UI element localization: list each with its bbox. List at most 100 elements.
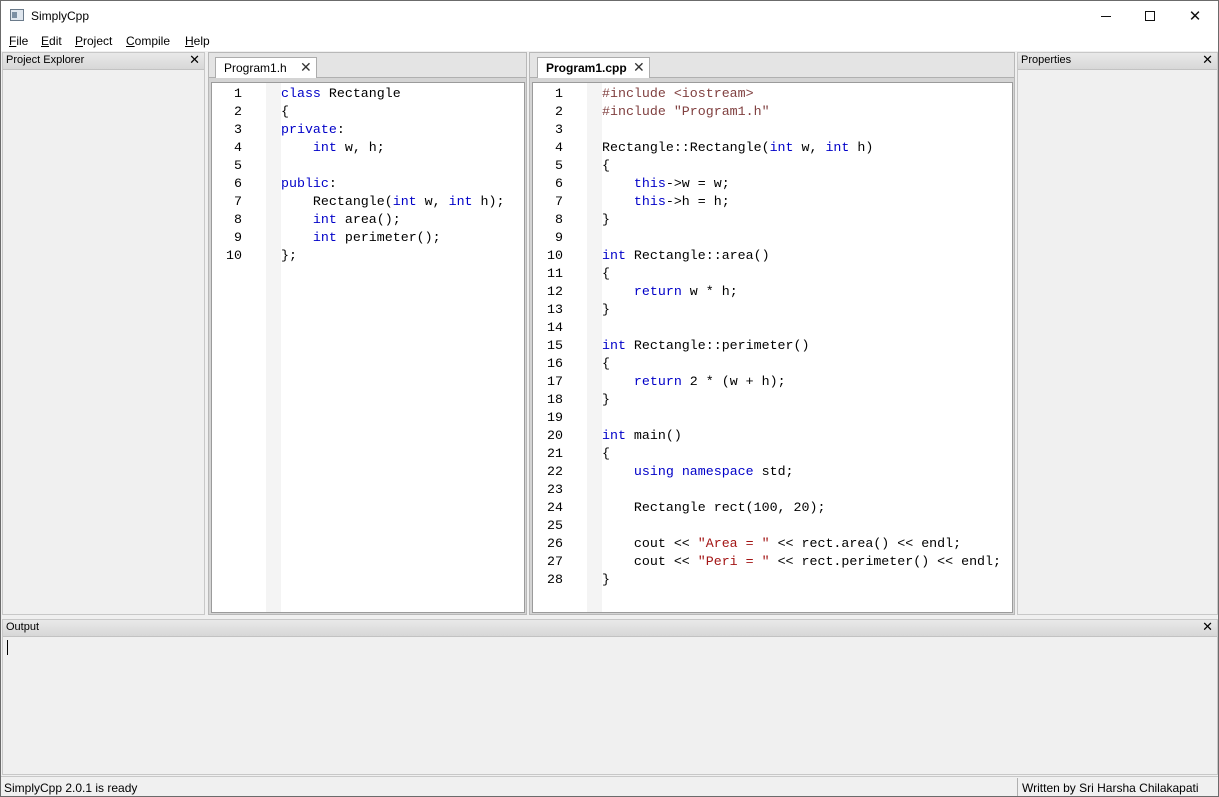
source-line-number: 17 [547,374,563,389]
source-line-number: 15 [547,338,563,353]
code-token-plain: Rectangle::perimeter() [625,338,810,353]
source-line-number: 8 [555,212,563,227]
code-token-plain: Rectangle rect(100, 20); [602,500,826,515]
header-code-line: int area(); [281,211,401,229]
code-token-keyword: this [633,176,666,191]
menu-compile-label: ompile [134,34,171,48]
tab-program1-cpp-close-icon[interactable]: ✕ [633,59,645,77]
code-token-plain: main() [625,428,682,443]
source-code-editor[interactable]: 1 2 3 4 5 6 7 8 9 10 11 12 13 14 15 16 17 18 19 20 21 22 23 24 2… [532,82,1013,613]
tab-program1-h[interactable]: Program1.h ✕ [215,57,317,78]
header-line-number: 3 [234,122,242,137]
output-console[interactable] [3,637,1217,774]
source-code-line: { [602,157,610,175]
tab-program1-h-label: Program1.h [224,61,287,75]
header-editor-tabstrip: Program1.h ✕ [209,53,526,78]
header-line-number: 9 [234,230,242,245]
close-window-button[interactable]: ✕ [1172,1,1218,31]
code-token-keyword: using [633,464,674,479]
output-close-icon[interactable]: ✕ [1202,620,1213,636]
code-token-plain: { [602,356,610,371]
code-token-keyword: int [312,212,337,227]
status-separator [1017,778,1018,796]
menu-help-mnemonic: H [185,34,194,48]
code-token-string: "Area = " [697,536,770,551]
app-icon [10,9,24,21]
source-code-line: cout << "Peri = " << rect.perimeter() <<… [602,553,1001,571]
code-token-plain: Rectangle( [281,194,393,209]
menu-edit[interactable]: Edit [41,34,62,48]
code-token-plain: cout << [602,554,698,569]
source-editor-tabstrip: Program1.cpp ✕ [530,53,1014,78]
source-line-number: 6 [555,176,563,191]
code-token-plain: w * h; [681,284,738,299]
source-line-number: 21 [547,446,563,461]
output-panel: Output ✕ [2,619,1218,775]
code-token-plain: } [602,572,610,587]
source-line-number: 13 [547,302,563,317]
menu-compile-mnemonic: C [126,34,135,48]
header-line-number: 8 [234,212,242,227]
code-token-keyword: int [448,194,473,209]
project-explorer-close-icon[interactable]: ✕ [189,53,200,69]
source-code-line: #include "Program1.h" [602,103,770,121]
source-line-number: 28 [547,572,563,587]
menu-edit-mnemonic: E [41,34,50,48]
code-token-plain: 2 * (w + h); [681,374,786,389]
code-token-plain: << rect.area() << endl; [769,536,962,551]
source-code-line: return 2 * (w + h); [602,373,786,391]
code-token-string: "Peri = " [697,554,770,569]
menu-project[interactable]: Project [75,34,112,48]
header-code-editor[interactable]: 1 2 3 4 5 6 7 8 9 10 class Rectangle{private: int… [211,82,525,613]
source-line-number: 3 [555,122,563,137]
code-token-plain: perimeter(); [336,230,441,245]
header-code-line: Rectangle(int w, int h); [281,193,505,211]
header-code-text[interactable]: class Rectangle{private: int w, h; public… [281,83,524,612]
tab-program1-h-close-icon[interactable]: ✕ [300,59,312,77]
code-token-plain: h); [472,194,505,209]
maximize-button[interactable] [1127,1,1173,31]
code-token-plain: } [602,392,610,407]
minimize-button[interactable] [1083,1,1129,31]
source-code-line: this->w = w; [602,175,730,193]
menu-file-label: ile [16,34,29,48]
menu-help[interactable]: Help [185,34,210,48]
properties-close-icon[interactable]: ✕ [1202,53,1213,69]
menu-file[interactable]: File [9,34,28,48]
source-code-text[interactable]: #include <iostream> #include "Program1.h"… [602,83,1012,612]
header-line-number: 7 [234,194,242,209]
code-token-plain: w, [416,194,449,209]
menu-edit-label: dit [49,34,62,48]
source-code-line: int main() [602,427,682,445]
tab-program1-cpp-label: Program1.cpp [546,61,627,75]
code-token-keyword: int [312,140,337,155]
source-line-number: 10 [547,248,563,263]
code-token-plain: Rectangle::area() [625,248,770,263]
header-code-line: int perimeter(); [281,229,441,247]
output-title: Output [6,621,40,633]
tab-program1-cpp[interactable]: Program1.cpp ✕ [537,57,650,78]
source-line-number: 18 [547,392,563,407]
header-code-line: public: [281,175,337,193]
header-code-line: }; [281,247,297,265]
close-icon: ✕ [1188,6,1202,25]
code-token-plain: { [602,266,610,281]
code-token-keyword: return [633,374,682,389]
minimize-icon [1101,15,1111,17]
menu-project-label: roject [83,34,113,48]
code-token-keyword: return [633,284,682,299]
source-line-number: 22 [547,464,563,479]
source-code-line: int Rectangle::perimeter() [602,337,809,355]
code-token-keyword: private [281,122,337,137]
code-token-plain: ->h = h; [665,194,730,209]
menu-compile[interactable]: Compile [126,34,170,48]
source-code-line: } [602,391,610,409]
status-author: Written by Sri Harsha Chilakapati [1022,781,1199,795]
code-token-plain: { [281,104,289,119]
code-token-keyword: int [825,140,850,155]
source-line-number: 11 [547,266,563,281]
header-line-number: 6 [234,176,242,191]
